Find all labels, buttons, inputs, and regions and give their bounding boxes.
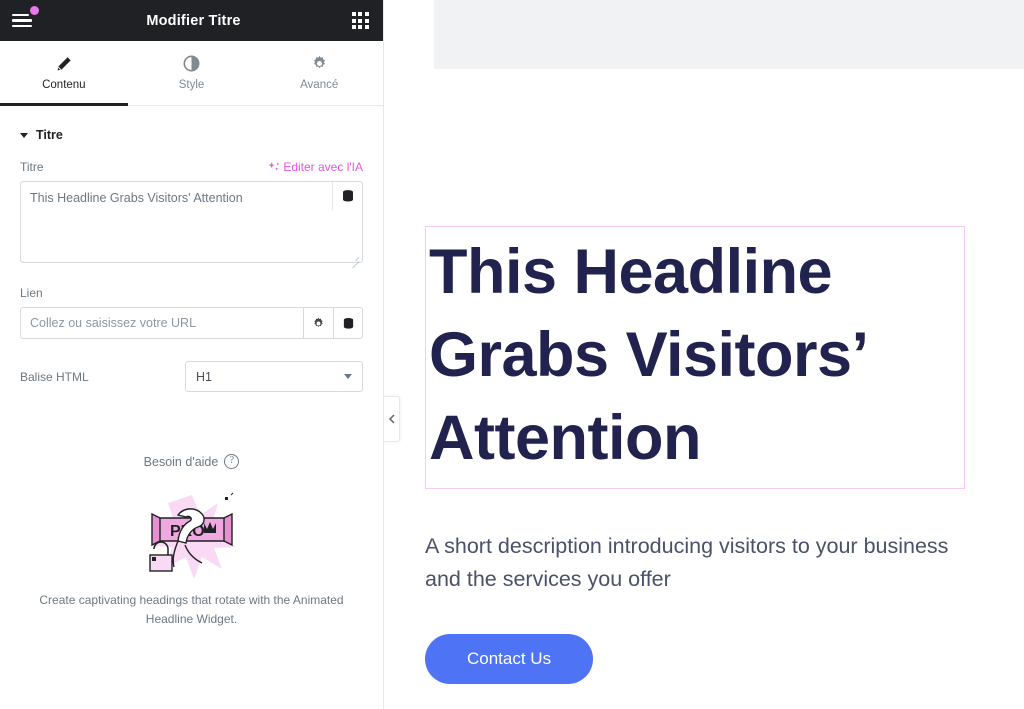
selected-heading-widget[interactable]: This Headline Grabs Visitors’ Attention	[425, 226, 965, 490]
tab-style-label: Style	[178, 79, 205, 91]
need-help-link[interactable]: Besoin d'aide ?	[0, 454, 383, 469]
html-tag-value: H1	[196, 369, 212, 384]
title-field-group: Titre Editer avec l'IA	[0, 160, 383, 269]
link-field-label: Lien	[20, 286, 43, 300]
contrast-half-circle-icon	[183, 55, 200, 72]
link-input-group	[20, 307, 363, 339]
grid-apps-icon[interactable]	[349, 10, 371, 32]
title-dynamic-tags-button[interactable]	[332, 182, 362, 210]
preview-top-band	[434, 0, 1024, 69]
editor-panel: Modifier Titre Contenu Style Avancé Titr…	[0, 0, 400, 709]
edit-with-ai-label: Editer avec l'IA	[283, 160, 363, 174]
elementor-editor: Modifier Titre Contenu Style Avancé Titr…	[0, 0, 1024, 709]
dynamic-tags-database-icon	[343, 317, 353, 329]
tab-style[interactable]: Style	[128, 41, 256, 105]
gear-icon	[311, 55, 328, 72]
link-dynamic-tags-button[interactable]	[333, 307, 363, 339]
pro-promo-text: Create captivating headings that rotate …	[39, 593, 344, 626]
title-textarea-wrap	[20, 181, 363, 269]
tab-avance[interactable]: Avancé	[255, 41, 383, 105]
panel-header: Modifier Titre	[0, 0, 383, 41]
page-preview-canvas: This Headline Grabs Visitors’ Attention …	[384, 0, 1024, 709]
pro-ribbon-crown-lock-illustration: PRO	[36, 491, 347, 583]
tab-avance-label: Avancé	[300, 79, 339, 91]
hamburger-menu-icon[interactable]	[12, 5, 39, 34]
link-field-labels: Lien	[20, 286, 363, 300]
notification-dot-icon	[30, 5, 39, 15]
hero-section: This Headline Grabs Visitors’ Attention …	[425, 226, 1024, 684]
html-tag-label: Balise HTML	[20, 369, 89, 384]
hero-subtitle[interactable]: A short description introducing visitors…	[425, 530, 965, 595]
html-tag-row: Balise HTML H1	[0, 361, 383, 392]
html-tag-select[interactable]: H1	[185, 361, 363, 392]
caret-down-icon	[20, 132, 28, 138]
link-field-group: Lien	[0, 286, 383, 339]
chevron-left-icon	[388, 414, 395, 424]
hero-heading[interactable]: This Headline Grabs Visitors’ Attention	[426, 229, 964, 488]
title-textarea[interactable]	[20, 181, 363, 263]
panel-title: Modifier Titre	[146, 12, 241, 29]
pencil-icon	[56, 55, 72, 72]
tab-contenu[interactable]: Contenu	[0, 41, 128, 106]
panel-body: Titre Titre Editer avec l'IA This Headli…	[0, 106, 383, 709]
section-titre-label: Titre	[36, 128, 63, 142]
need-help-label: Besoin d'aide	[143, 454, 219, 469]
gear-icon	[314, 317, 323, 327]
link-input[interactable]	[20, 307, 303, 339]
contact-us-button[interactable]: Contact Us	[425, 633, 594, 684]
title-field-labels: Titre Editer avec l'IA	[20, 160, 363, 174]
panel-tabs: Contenu Style Avancé	[0, 41, 383, 106]
dynamic-tags-database-icon	[342, 190, 353, 202]
tab-contenu-label: Contenu	[42, 79, 86, 91]
question-mark-circle-icon: ?	[224, 454, 240, 469]
pro-promo: PRO	[0, 491, 383, 628]
edit-with-ai-link[interactable]: Editer avec l'IA	[267, 160, 363, 174]
section-titre-header[interactable]: Titre	[0, 106, 383, 142]
panel-collapse-handle[interactable]	[384, 396, 400, 442]
title-field-label: Titre	[20, 160, 44, 174]
sparkle-ai-icon	[268, 161, 280, 171]
caret-down-icon	[344, 374, 352, 379]
link-options-button[interactable]	[303, 307, 333, 339]
